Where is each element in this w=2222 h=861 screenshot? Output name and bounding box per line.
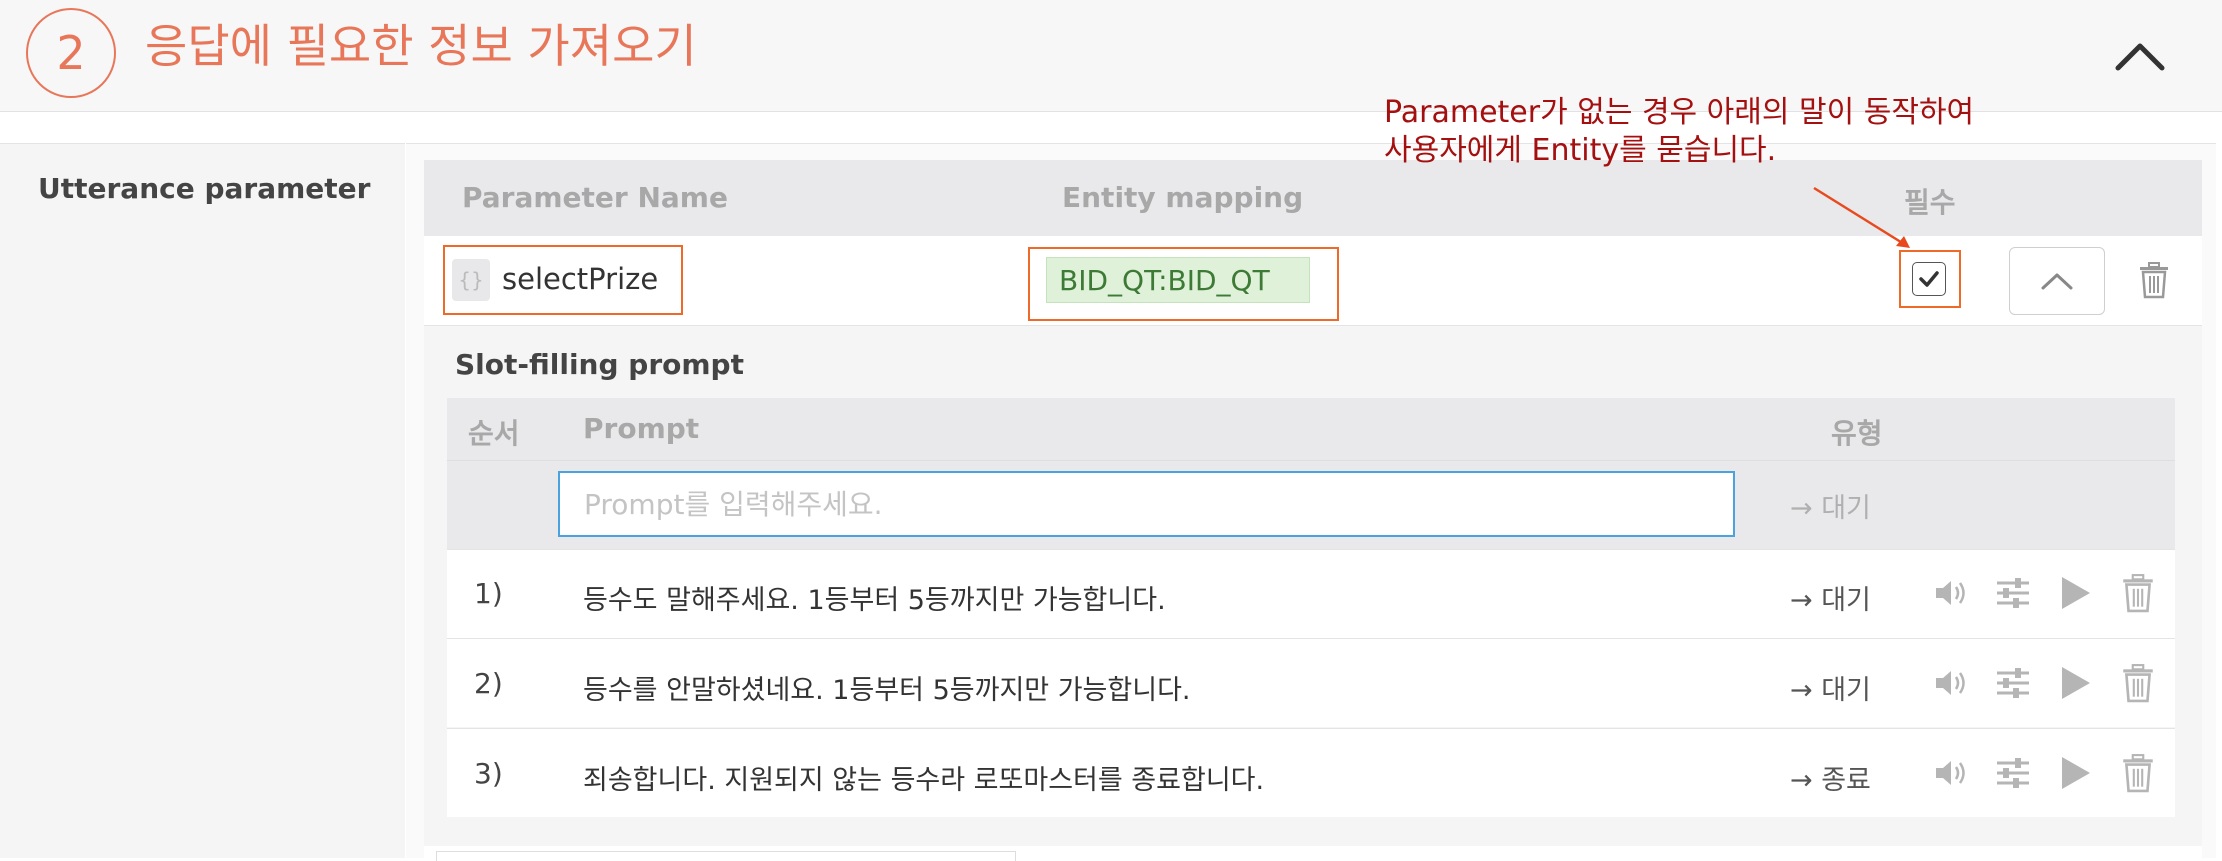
column-order: 순서 (468, 417, 520, 450)
speaker-icon[interactable] (1932, 663, 1972, 703)
required-checkbox[interactable] (1912, 262, 1946, 296)
collapse-chevron-icon[interactable] (2112, 28, 2168, 84)
utterance-parameter-label: Utterance parameter (38, 172, 371, 205)
collapse-parameter-button[interactable] (2009, 247, 2105, 315)
speaker-icon[interactable] (1932, 753, 1972, 793)
slot-table-header (447, 398, 2175, 460)
checkmark-icon (1919, 271, 1939, 287)
play-icon[interactable] (2054, 753, 2094, 793)
parameter-name[interactable]: selectPrize (502, 262, 658, 296)
prompt-index: 1) (474, 577, 503, 610)
column-prompt: Prompt (583, 412, 700, 445)
prompt-type[interactable]: → 종료 (1790, 758, 1871, 797)
left-label-panel (0, 143, 405, 858)
column-parameter-name: Parameter Name (462, 181, 728, 214)
section-title: 응답에 필요한 정보 가져오기 (145, 19, 697, 73)
prompt-index: 2) (474, 667, 503, 700)
prompt-input[interactable] (558, 471, 1735, 537)
prompt-text[interactable]: 죄송합니다. 지원되지 않는 등수라 로또마스터를 종료합니다. (583, 758, 1264, 797)
annotation-line-2: 사용자에게 Entity를 묻습니다. (1384, 133, 1777, 168)
annotation-line-1: Parameter가 없는 경우 아래의 말이 동작하여 (1384, 95, 1975, 130)
prompt-text[interactable]: 등수도 말해주세요. 1등부터 5등까지만 가능합니다. (583, 578, 1166, 617)
input-type-label[interactable]: → 대기 (1790, 486, 1871, 525)
sliders-icon[interactable] (1993, 573, 2033, 613)
trash-icon[interactable] (2118, 573, 2158, 613)
prompt-type[interactable]: → 대기 (1790, 668, 1871, 707)
chevron-up-icon (2041, 273, 2073, 290)
delete-parameter-trash-icon[interactable] (2137, 261, 2171, 299)
play-icon[interactable] (2054, 663, 2094, 703)
annotation-arrow-icon (1810, 184, 1920, 254)
column-entity-mapping: Entity mapping (1062, 181, 1304, 214)
prompt-index: 3) (474, 757, 503, 790)
entity-mapping-chip[interactable]: BID_QT:BID_QT (1046, 257, 1310, 303)
slot-filling-title: Slot-filling prompt (455, 348, 744, 381)
next-parameter-input-edge (436, 851, 1016, 861)
sliders-icon[interactable] (1993, 753, 2033, 793)
prompt-type[interactable]: → 대기 (1790, 578, 1871, 617)
prompt-text[interactable]: 등수를 안말하셨네요. 1등부터 5등까지만 가능합니다. (583, 668, 1191, 707)
step-number-badge: 2 (26, 8, 116, 98)
play-icon[interactable] (2054, 573, 2094, 613)
speaker-icon[interactable] (1932, 573, 1972, 613)
sliders-icon[interactable] (1993, 663, 2033, 703)
column-type: 유형 (1831, 417, 1883, 450)
brace-icon: {} (452, 259, 490, 301)
annotation-note: Parameter가 없는 경우 아래의 말이 동작하여 사용자에게 Entit… (1384, 94, 1974, 170)
trash-icon[interactable] (2118, 663, 2158, 703)
trash-icon[interactable] (2118, 753, 2158, 793)
